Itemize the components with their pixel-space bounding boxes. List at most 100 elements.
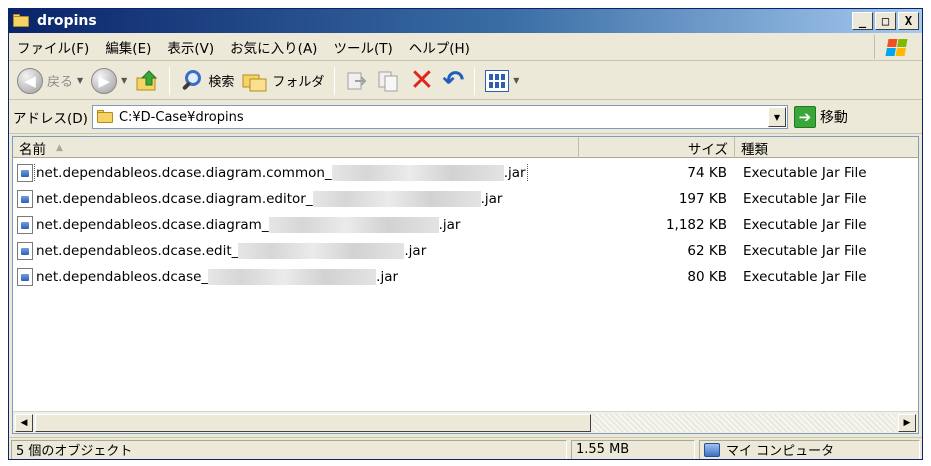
menu-view[interactable]: 表示(V) <box>159 37 222 57</box>
up-folder-icon <box>136 69 158 90</box>
search-button[interactable]: 検索 <box>176 65 238 97</box>
copy-to-button[interactable] <box>373 65 405 97</box>
address-input[interactable]: C:¥D-Case¥dropins ▼ <box>91 105 788 129</box>
column-name-label: 名前 <box>19 141 46 158</box>
file-size: 62 KB <box>687 243 727 259</box>
column-type[interactable]: 種類 <box>735 137 918 158</box>
file-name-suffix: .jar <box>404 243 427 259</box>
file-type: Executable Jar File <box>743 191 867 207</box>
go-button[interactable]: ➔ 移動 <box>793 106 848 128</box>
menu-file[interactable]: ファイル(F) <box>9 37 97 57</box>
close-button[interactable]: X <box>898 12 919 30</box>
go-label: 移動 <box>819 110 848 126</box>
sort-ascending-icon: ▲ <box>56 142 63 153</box>
search-label: 検索 <box>208 75 235 90</box>
back-button[interactable]: ◀ 戻る ▼ <box>13 65 87 97</box>
file-name: net.dependableos.dcase.edit_ .jar <box>35 242 427 260</box>
scroll-right-button[interactable]: ▶ <box>898 414 916 432</box>
file-row[interactable]: net.dependableos.dcase.diagram_ .jar 1,18… <box>13 212 918 238</box>
file-list[interactable]: 名前 ▲ サイズ 種類 net.dependableos.dcase.diagr… <box>12 136 919 434</box>
title-bar[interactable]: dropins _ □ X <box>9 9 922 33</box>
file-name-prefix: net.dependableos.dcase.diagram.common_ <box>36 165 332 181</box>
status-zone-label: マイ コンピュータ <box>726 444 835 459</box>
go-arrow-icon: ➔ <box>793 106 816 128</box>
delete-button[interactable]: ✕ <box>405 65 438 97</box>
column-header: 名前 ▲ サイズ 種類 <box>13 137 918 158</box>
horizontal-scrollbar[interactable]: ◀ ▶ <box>13 411 918 433</box>
status-object-count: 5 個のオブジェクト <box>11 439 567 459</box>
folder-icon <box>96 110 115 124</box>
toolbar-separator <box>474 66 476 95</box>
forward-button[interactable]: ▶ ▼ <box>87 65 131 97</box>
copy-to-icon <box>378 71 398 91</box>
jar-file-icon <box>17 268 33 286</box>
scroll-left-button[interactable]: ◀ <box>15 414 33 432</box>
menu-edit[interactable]: 編集(E) <box>97 37 159 57</box>
folders-icon <box>242 74 267 91</box>
my-computer-icon <box>704 442 720 457</box>
delete-icon: ✕ <box>409 62 435 98</box>
column-name[interactable]: 名前 ▲ <box>13 137 579 158</box>
address-dropdown-button[interactable]: ▼ <box>767 107 786 127</box>
move-to-icon <box>347 72 367 89</box>
file-name: net.dependableos.dcase_ .jar <box>35 268 399 286</box>
back-label: 戻る <box>47 75 74 90</box>
file-type: Executable Jar File <box>743 165 867 181</box>
undo-icon: ↶ <box>442 65 465 96</box>
file-name-suffix: .jar <box>480 191 503 207</box>
back-arrow-icon: ◀ <box>17 67 43 94</box>
file-name-suffix: .jar <box>503 165 526 181</box>
menu-favorites[interactable]: お気に入り(A) <box>222 37 325 57</box>
jar-file-icon <box>17 242 33 260</box>
redacted-version <box>268 217 439 233</box>
up-folder-button[interactable] <box>131 65 163 97</box>
scroll-thumb[interactable] <box>35 414 591 432</box>
file-name-suffix: .jar <box>438 217 461 233</box>
toolbar: ◀ 戻る ▼ ▶ ▼ 検索 フォルダ ✕ ↶ ▼ <box>9 62 922 100</box>
menu-tools[interactable]: ツール(T) <box>325 37 400 57</box>
address-value: C:¥D-Case¥dropins <box>118 109 244 125</box>
redacted-version <box>238 243 405 259</box>
file-name: net.dependableos.dcase.diagram_ .jar <box>35 216 461 234</box>
chevron-down-icon: ▼ <box>121 76 128 85</box>
redacted-version <box>312 191 481 207</box>
minimize-button[interactable]: _ <box>852 12 873 30</box>
file-size: 74 KB <box>687 165 727 181</box>
folders-button[interactable]: フォルダ <box>238 65 328 97</box>
file-row[interactable]: net.dependableos.dcase_ .jar 80 KB Execut… <box>13 264 918 290</box>
move-to-button[interactable] <box>341 65 373 97</box>
views-icon <box>485 69 510 92</box>
views-button[interactable]: ▼ <box>481 65 523 97</box>
toolbar-separator <box>169 66 171 95</box>
address-label: アドレス(D) <box>13 111 88 127</box>
status-bar: 5 個のオブジェクト 1.55 MB マイ コンピュータ <box>9 437 922 459</box>
search-icon <box>180 69 204 93</box>
column-size-label: サイズ <box>687 141 728 158</box>
undo-button[interactable]: ↶ <box>439 65 469 97</box>
forward-arrow-icon: ▶ <box>91 67 118 94</box>
file-type: Executable Jar File <box>743 269 867 285</box>
chevron-down-icon: ▼ <box>77 76 84 85</box>
file-name-prefix: net.dependableos.dcase_ <box>36 269 209 285</box>
column-size[interactable]: サイズ <box>579 137 735 158</box>
file-row[interactable]: net.dependableos.dcase.edit_ .jar 62 KB E… <box>13 238 918 264</box>
file-type: Executable Jar File <box>743 243 867 259</box>
file-name-prefix: net.dependableos.dcase.edit_ <box>36 243 239 259</box>
chevron-down-icon: ▼ <box>513 76 520 85</box>
file-row[interactable]: net.dependableos.dcase.diagram.common_ .j… <box>13 160 918 186</box>
address-bar: アドレス(D) C:¥D-Case¥dropins ▼ ➔ 移動 <box>9 101 922 134</box>
toolbar-separator <box>334 66 336 95</box>
maximize-button[interactable]: □ <box>875 12 896 30</box>
file-name: net.dependableos.dcase.diagram.editor_ .j… <box>35 190 503 208</box>
file-row[interactable]: net.dependableos.dcase.diagram.editor_ .j… <box>13 186 918 212</box>
folder-icon <box>13 14 31 28</box>
redacted-version <box>208 269 377 285</box>
column-type-label: 種類 <box>741 141 768 158</box>
window-title: dropins <box>37 13 97 29</box>
file-size: 80 KB <box>687 269 727 285</box>
explorer-window: dropins _ □ X ファイル(F) 編集(E) 表示(V) お気に入り(… <box>8 8 923 460</box>
menu-bar: ファイル(F) 編集(E) 表示(V) お気に入り(A) ツール(T) ヘルプ(… <box>9 33 922 61</box>
redacted-version <box>331 165 504 181</box>
menu-help[interactable]: ヘルプ(H) <box>401 37 478 57</box>
scroll-track[interactable] <box>593 414 896 432</box>
